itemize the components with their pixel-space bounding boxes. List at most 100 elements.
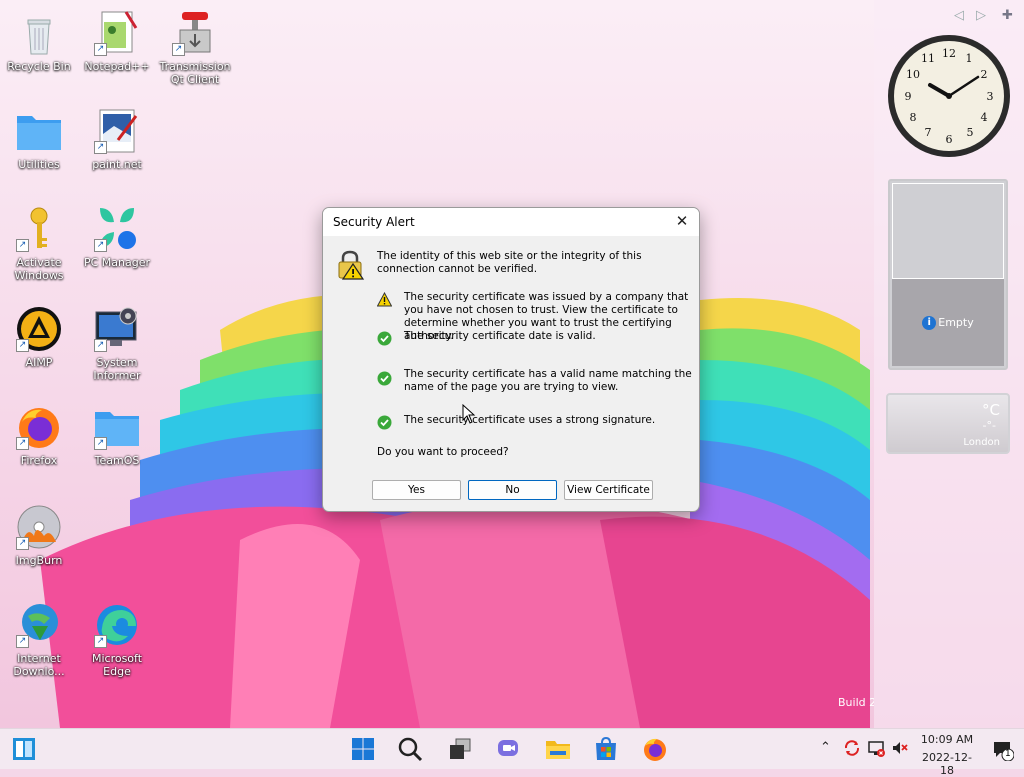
svg-text:7: 7 <box>925 126 932 139</box>
weather-value: -°- <box>982 419 996 432</box>
task-view-icon <box>450 738 471 759</box>
desktop-icon-label: Transmission Qt Client <box>159 60 231 86</box>
file-explorer-button[interactable] <box>544 735 572 763</box>
volume-muted-tray-icon[interactable] <box>891 739 909 757</box>
no-button[interactable]: No <box>468 480 557 500</box>
shortcut-arrow-icon: ↗ <box>16 537 29 550</box>
close-icon[interactable]: ✕ <box>673 212 691 230</box>
teams-chat-button[interactable] <box>494 735 522 763</box>
desktop-icon-label: PC Manager <box>83 256 151 269</box>
security-alert-dialog: Security Alert ✕ The identity of this we… <box>322 207 700 512</box>
shortcut-arrow-icon: ↗ <box>16 635 29 648</box>
shortcut-arrow-icon: ↗ <box>16 239 29 252</box>
cert-check-text: The security certificate uses a strong s… <box>404 414 656 426</box>
svg-text:9: 9 <box>905 90 912 103</box>
idm-icon: ↗ <box>14 600 64 650</box>
weather-city: London <box>963 437 1000 448</box>
desktop-icon-internet-download-manager[interactable]: ↗ Internet Downlo... <box>0 600 78 678</box>
pc-manager-icon: ↗ <box>92 204 142 254</box>
taskbar-time[interactable]: 10:09 AM <box>920 733 974 746</box>
store-icon <box>596 736 616 760</box>
view-certificate-button[interactable]: View Certificate <box>564 480 653 500</box>
svg-text:4: 4 <box>981 111 988 124</box>
folder-icon: ↗ <box>92 402 142 452</box>
desktop-icon-pc-manager[interactable]: ↗ PC Manager <box>78 204 156 269</box>
svg-text:11: 11 <box>921 52 935 65</box>
watermark-line2: Build 2 <box>838 696 874 709</box>
desktop-icon-label: paint.net <box>92 158 142 171</box>
weather-gadget[interactable]: °C -°- London <box>886 393 1010 454</box>
network-tray-icon[interactable] <box>867 739 885 757</box>
taskbar-date[interactable]: 2022-12-18 <box>916 751 978 777</box>
check-icon <box>377 371 392 386</box>
svg-text:10: 10 <box>906 68 920 81</box>
sidebar-prev-icon[interactable]: ◁ <box>954 8 964 23</box>
desktop-icon-utilities[interactable]: Utilities <box>0 106 78 171</box>
file-explorer-icon <box>546 741 570 759</box>
desktop-icon-label: System Informer <box>93 356 141 382</box>
desktop-icon-recycle-bin[interactable]: Recycle Bin <box>0 8 78 73</box>
desktop-icon-label: ImgBurn <box>15 554 63 567</box>
folder-icon <box>14 106 64 156</box>
firefox-icon: ↗ <box>14 402 64 452</box>
cert-check-text: The security certificate date is valid. <box>404 330 596 342</box>
recycle-bin-icon <box>14 8 64 58</box>
desktop-icon-label: Activate Windows <box>14 256 64 282</box>
notepadpp-icon: ↗ <box>92 8 142 58</box>
notification-center-button[interactable]: 1 <box>992 739 1015 762</box>
show-hidden-icons-chevron-icon[interactable]: ⌃ <box>820 740 831 755</box>
desktop-icon-system-informer[interactable]: ↗ System Informer <box>78 304 156 382</box>
shortcut-arrow-icon: ↗ <box>94 43 107 56</box>
slideshow-gadget[interactable]: i Empty <box>888 179 1008 370</box>
sidebar-next-icon[interactable]: ▷ <box>976 8 986 23</box>
slideshow-preview <box>892 183 1004 279</box>
shortcut-arrow-icon: ↗ <box>94 635 107 648</box>
svg-text:8: 8 <box>910 111 917 124</box>
clock-gadget[interactable]: 12 12 3 45 6 78 9 1011 <box>886 33 1012 159</box>
shortcut-arrow-icon: ↗ <box>94 141 107 154</box>
desktop-icon-label: TeamOS <box>94 454 140 467</box>
desktop-icon-firefox[interactable]: ↗ Firefox <box>0 402 78 467</box>
firefox-taskbar-button[interactable] <box>641 735 669 763</box>
shortcut-arrow-icon: ↗ <box>94 437 107 450</box>
microsoft-store-button[interactable] <box>592 735 620 763</box>
svg-text:3: 3 <box>987 90 994 103</box>
chat-icon <box>498 740 518 756</box>
dialog-titlebar[interactable]: Security Alert ✕ <box>323 208 699 236</box>
desktop-icon-microsoft-edge[interactable]: ↗ Microsoft Edge <box>78 600 156 678</box>
proceed-question: Do you want to proceed? <box>377 446 509 458</box>
shortcut-arrow-icon: ↗ <box>16 437 29 450</box>
shortcut-arrow-icon: ↗ <box>94 339 107 352</box>
svg-text:2: 2 <box>981 68 988 81</box>
desktop-icon-label: Internet Downlo... <box>13 652 65 678</box>
mouse-cursor-icon <box>462 404 476 424</box>
svg-text:12: 12 <box>942 47 956 60</box>
windows-logo-icon <box>352 738 374 760</box>
desktop-icon-imgburn[interactable]: ↗ ImgBurn <box>0 502 78 567</box>
sidebar-add-gadget-icon[interactable]: ✚ <box>1002 8 1013 23</box>
aimp-icon: ↗ <box>14 304 64 354</box>
task-view-button[interactable] <box>446 735 474 763</box>
slideshow-empty-label: i Empty <box>890 316 1006 330</box>
taskbar: ⌃ 10:09 AM 2022-12-18 1 <box>0 728 1024 777</box>
desktop-icon-transmission[interactable]: ↗ Transmission Qt Client <box>156 8 234 86</box>
sync-tray-icon[interactable] <box>843 739 861 757</box>
search-icon <box>398 737 423 762</box>
start-button[interactable] <box>349 735 377 763</box>
svg-text:6: 6 <box>946 133 953 146</box>
desktop-icon-activate-windows[interactable]: ↗ Activate Windows <box>0 204 78 282</box>
slideshow-empty-text: Empty <box>938 316 974 329</box>
desktop-icon-teamos[interactable]: ↗ TeamOS <box>78 402 156 467</box>
desktop-icon-aimp[interactable]: ↗ AIMP <box>0 304 78 369</box>
desktop-icon-notepadpp[interactable]: ↗ Notepad++ <box>78 8 156 73</box>
shortcut-arrow-icon: ↗ <box>94 239 107 252</box>
transmission-icon: ↗ <box>170 8 220 58</box>
search-button[interactable] <box>396 735 424 763</box>
desktop-icon-paintnet[interactable]: ↗ paint.net <box>78 106 156 171</box>
system-informer-icon: ↗ <box>92 304 142 354</box>
imgburn-icon: ↗ <box>14 502 64 552</box>
widgets-icon[interactable] <box>12 737 36 761</box>
yes-button[interactable]: Yes <box>372 480 461 500</box>
cert-check-text: The security certificate has a valid nam… <box>404 368 692 393</box>
dialog-intro-text: The identity of this web site or the int… <box>377 250 642 275</box>
